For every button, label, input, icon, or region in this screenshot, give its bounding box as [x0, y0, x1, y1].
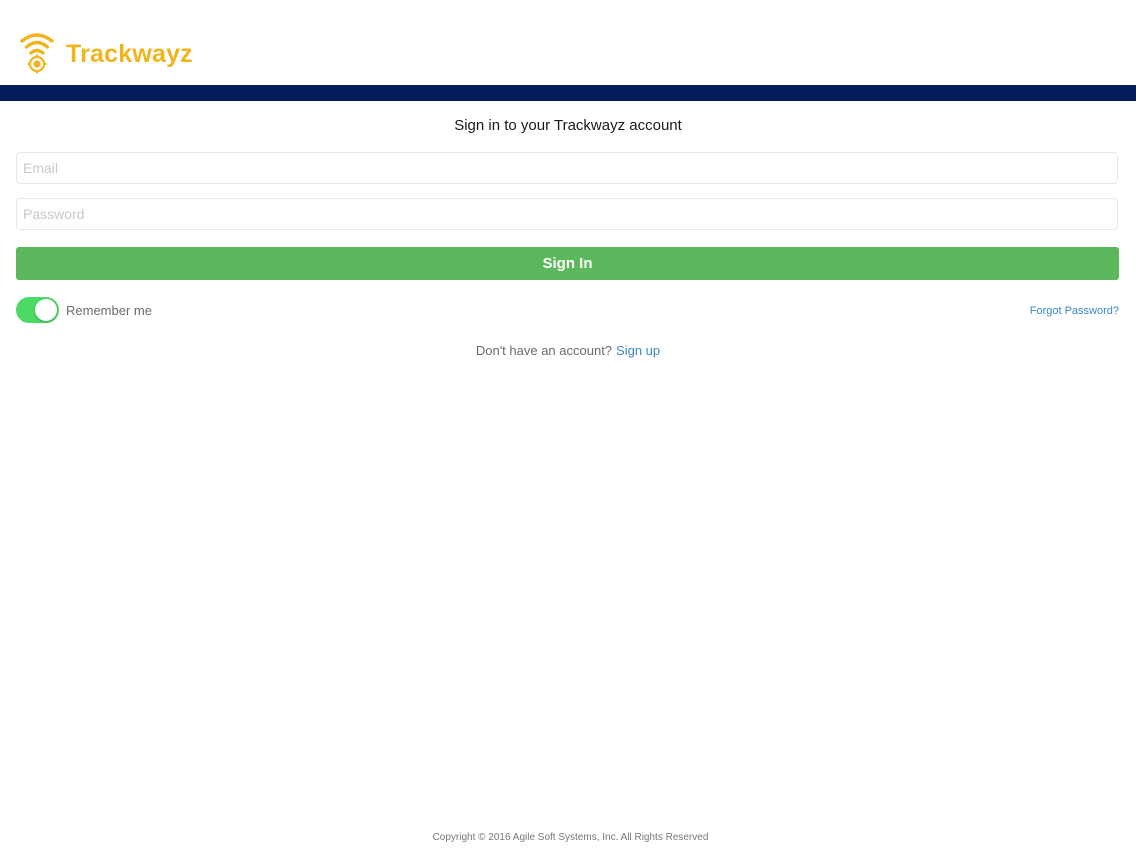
nav-bar — [0, 85, 1136, 101]
password-field[interactable] — [16, 198, 1118, 230]
brand-name: Trackwayz — [66, 40, 193, 68]
signup-row: Don't have an account? Sign up — [0, 342, 1136, 359]
app-header: Trackwayz — [0, 0, 1136, 85]
toggle-knob — [35, 299, 57, 321]
forgot-password-link[interactable]: Forgot Password? — [1030, 304, 1119, 318]
remember-me-toggle[interactable] — [16, 297, 59, 323]
signin-title: Sign in to your Trackwayz account — [454, 117, 682, 134]
wifi-location-icon — [17, 30, 57, 76]
sign-up-link[interactable]: Sign up — [616, 343, 660, 358]
copyright-footer: Copyright © 2016 Agile Soft Systems, Inc… — [432, 832, 709, 843]
login-page: Trackwayz Sign in to your Trackwayz acco… — [0, 0, 1136, 852]
sign-in-button[interactable]: Sign In — [16, 247, 1119, 280]
email-field[interactable] — [16, 152, 1118, 184]
signup-prompt: Don't have an account? — [475, 343, 613, 358]
remember-me-label: Remember me — [66, 303, 152, 318]
